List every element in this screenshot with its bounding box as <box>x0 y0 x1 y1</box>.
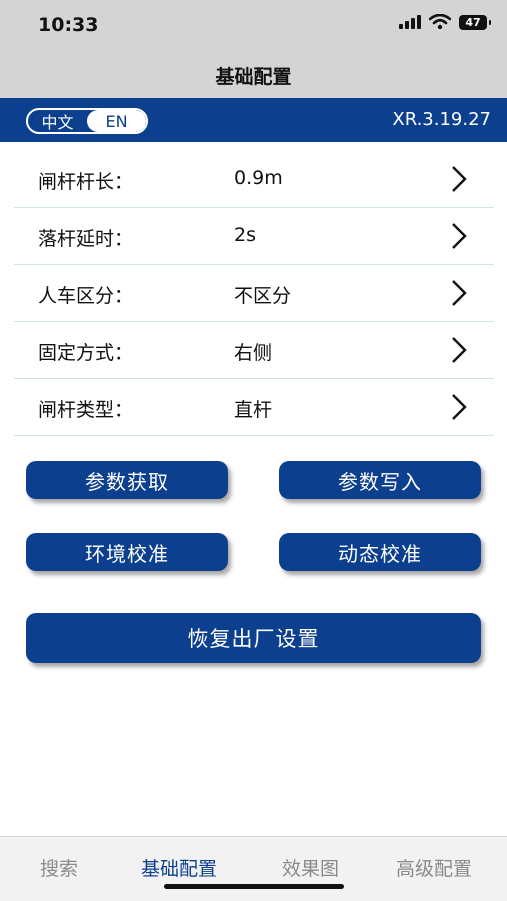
lang-cn-option[interactable]: 中文 <box>28 110 87 132</box>
chevron-right-icon <box>452 394 467 420</box>
setting-value: 不区分 <box>234 285 292 307</box>
setting-value: 右侧 <box>234 342 273 364</box>
chevron-right-icon <box>452 280 467 306</box>
setting-label: 闸杆杆长： <box>38 171 134 193</box>
setting-row-bar-type[interactable]: 闸杆类型： 直杆 <box>14 379 494 436</box>
battery-icon: 47 <box>459 14 491 30</box>
lang-en-option[interactable]: EN <box>87 110 146 132</box>
language-toggle[interactable]: 中文 EN <box>26 108 148 134</box>
setting-row-bar-length[interactable]: 闸杆杆长： 0.9m <box>14 151 494 208</box>
dynamic-calibrate-button[interactable]: 动态校准 <box>279 533 481 571</box>
chevron-right-icon <box>452 223 467 249</box>
get-params-button[interactable]: 参数获取 <box>26 461 228 499</box>
home-indicator <box>164 884 344 889</box>
setting-label: 落杆延时： <box>38 228 134 250</box>
setting-row-drop-delay[interactable]: 落杆延时： 2s <box>14 208 494 265</box>
factory-reset-button[interactable]: 恢复出厂设置 <box>26 613 481 663</box>
setting-value: 直杆 <box>234 399 273 421</box>
wifi-icon <box>429 14 451 30</box>
setting-label: 固定方式： <box>38 342 134 364</box>
tab-search[interactable]: 搜索 <box>40 854 78 881</box>
write-params-button[interactable]: 参数写入 <box>279 461 481 499</box>
chevron-right-icon <box>452 166 467 192</box>
env-calibrate-button[interactable]: 环境校准 <box>26 533 228 571</box>
status-icons: 47 <box>399 14 491 30</box>
chevron-right-icon <box>452 337 467 363</box>
tab-basic-config[interactable]: 基础配置 <box>141 854 217 881</box>
setting-row-mount-side[interactable]: 固定方式： 右侧 <box>14 322 494 379</box>
status-time: 10:33 <box>38 14 99 36</box>
setting-value: 0.9m <box>234 167 283 189</box>
tab-effect-view[interactable]: 效果图 <box>282 854 339 881</box>
setting-row-person-vehicle[interactable]: 人车区分： 不区分 <box>14 265 494 322</box>
signal-icon <box>399 15 421 29</box>
setting-label: 闸杆类型： <box>38 399 134 421</box>
setting-value: 2s <box>234 224 256 246</box>
setting-label: 人车区分： <box>38 285 134 307</box>
version-label: XR.3.19.27 <box>392 109 491 130</box>
page-title: 基础配置 <box>215 66 292 88</box>
tab-advanced-config[interactable]: 高级配置 <box>396 854 472 881</box>
